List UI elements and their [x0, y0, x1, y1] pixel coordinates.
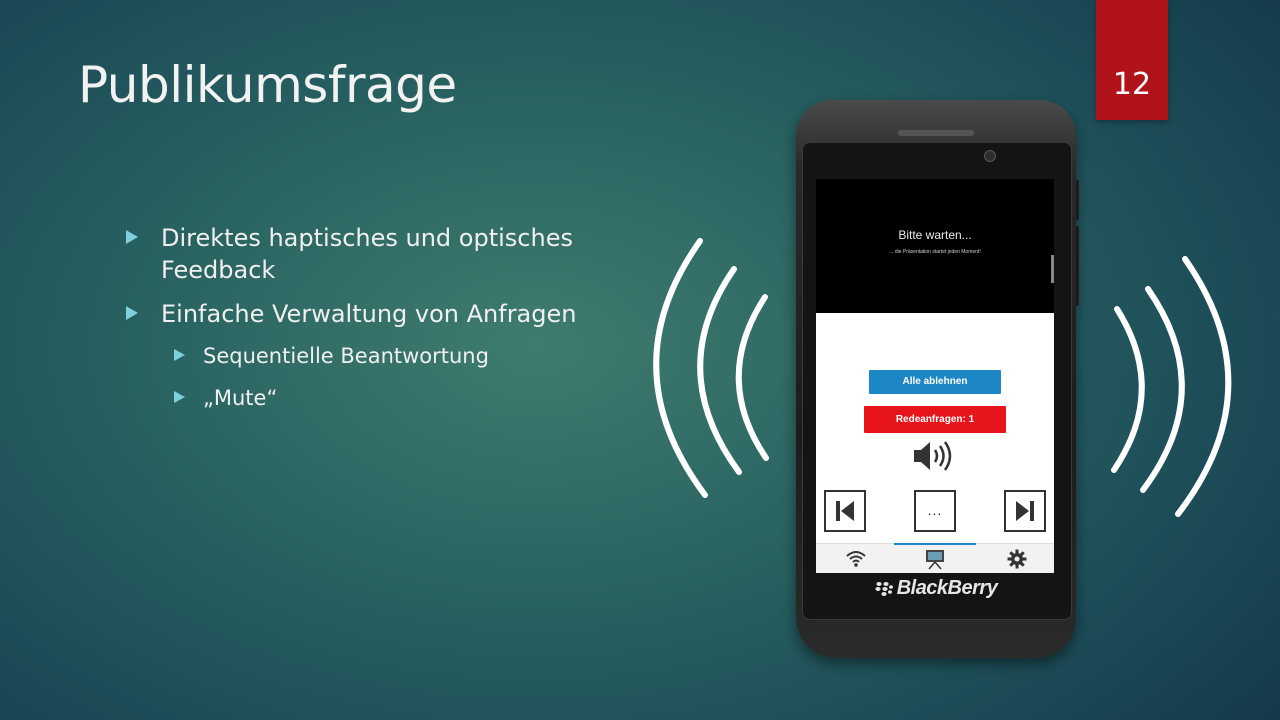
- wave-right-inner: [1111, 306, 1145, 473]
- waiting-title: Bitte warten...: [898, 228, 972, 242]
- speech-requests-button[interactable]: Redeanfragen: 1: [864, 406, 1006, 433]
- bottom-tab-bar: [816, 543, 1054, 573]
- reject-all-button[interactable]: Alle ablehnen: [869, 370, 1001, 394]
- phone-speaker-grill: [898, 130, 974, 136]
- skip-next-icon: [1016, 501, 1034, 521]
- wave-left-inner: [735, 294, 769, 461]
- presentation-preview: Bitte warten... ... die Präsentation sta…: [816, 179, 1054, 313]
- next-button[interactable]: [1004, 490, 1046, 532]
- blackberry-phone: Bitte warten... ... die Präsentation sta…: [796, 100, 1076, 658]
- speaker-volume-icon[interactable]: [912, 439, 956, 473]
- wave-right-outer: [1175, 256, 1232, 517]
- brand-name: BlackBerry: [896, 577, 998, 599]
- vibration-waves-graphic: [653, 238, 1232, 517]
- gear-icon[interactable]: [1006, 548, 1028, 570]
- front-camera-icon: [984, 150, 996, 162]
- wave-left-middle: [697, 266, 742, 475]
- active-tab-indicator: [894, 543, 976, 545]
- more-button-label: ...: [927, 502, 943, 518]
- wave-right-middle: [1140, 286, 1185, 493]
- wifi-icon[interactable]: [845, 548, 867, 568]
- blackberry-logo-icon: [875, 581, 893, 596]
- more-options-button[interactable]: ...: [914, 490, 956, 532]
- blackberry-brand: BlackBerry: [796, 577, 1076, 600]
- previous-button[interactable]: [824, 490, 866, 532]
- skip-previous-icon: [836, 501, 854, 521]
- phone-screen: Bitte warten... ... die Präsentation sta…: [816, 179, 1054, 573]
- presentation-icon[interactable]: [924, 548, 946, 570]
- waiting-subtitle: ... die Präsentation startet jeden Momen…: [889, 249, 981, 255]
- scroll-indicator: [1051, 255, 1054, 283]
